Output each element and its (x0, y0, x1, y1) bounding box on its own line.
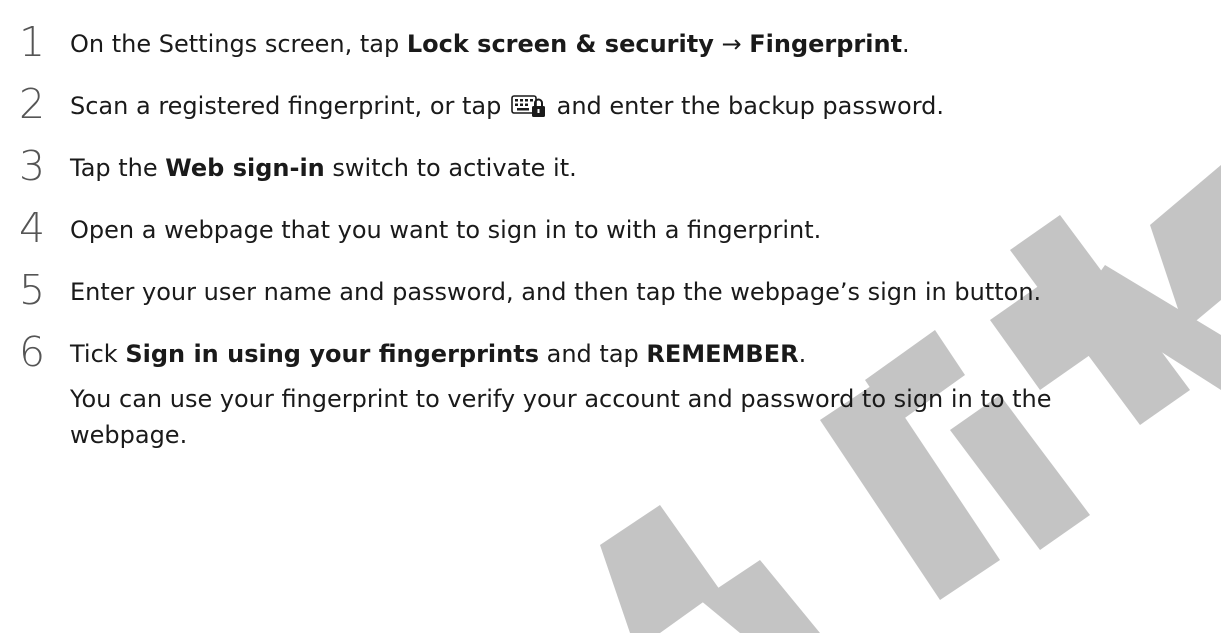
steps-list: 1 On the Settings screen, tap Lock scree… (0, 0, 1221, 633)
remember-label: REMEMBER (646, 340, 799, 368)
step-number: 1 (19, 18, 46, 66)
step-number: 2 (19, 80, 46, 128)
keyboard-lock-icon (511, 94, 547, 122)
web-sign-in-label: Web sign-in (165, 154, 325, 182)
step-text: Open a webpage that you want to sign in … (70, 216, 822, 244)
step-text: Tap the Web sign-in switch to activate i… (70, 154, 577, 182)
step-number: 4 (19, 204, 46, 252)
step-text: On the Settings screen, tap Lock screen … (70, 30, 910, 58)
step-number: 3 (19, 142, 46, 190)
step-note-line-1: You can use your fingerprint to verify y… (70, 385, 1052, 413)
step-number: 5 (19, 266, 46, 314)
step-text: Tick Sign in using your fingerprints and… (70, 340, 807, 368)
step-note-line-2: webpage. (70, 421, 188, 449)
step-number: 6 (19, 328, 46, 376)
step-text: Scan a registered fingerprint, or tap an… (70, 92, 944, 122)
step-text: Enter your user name and password, and t… (70, 278, 1042, 306)
settings-path-lock-screen: Lock screen & security (406, 30, 714, 58)
sign-in-fingerprints-option: Sign in using your fingerprints (125, 340, 539, 368)
settings-path-fingerprint: Fingerprint (749, 30, 903, 58)
